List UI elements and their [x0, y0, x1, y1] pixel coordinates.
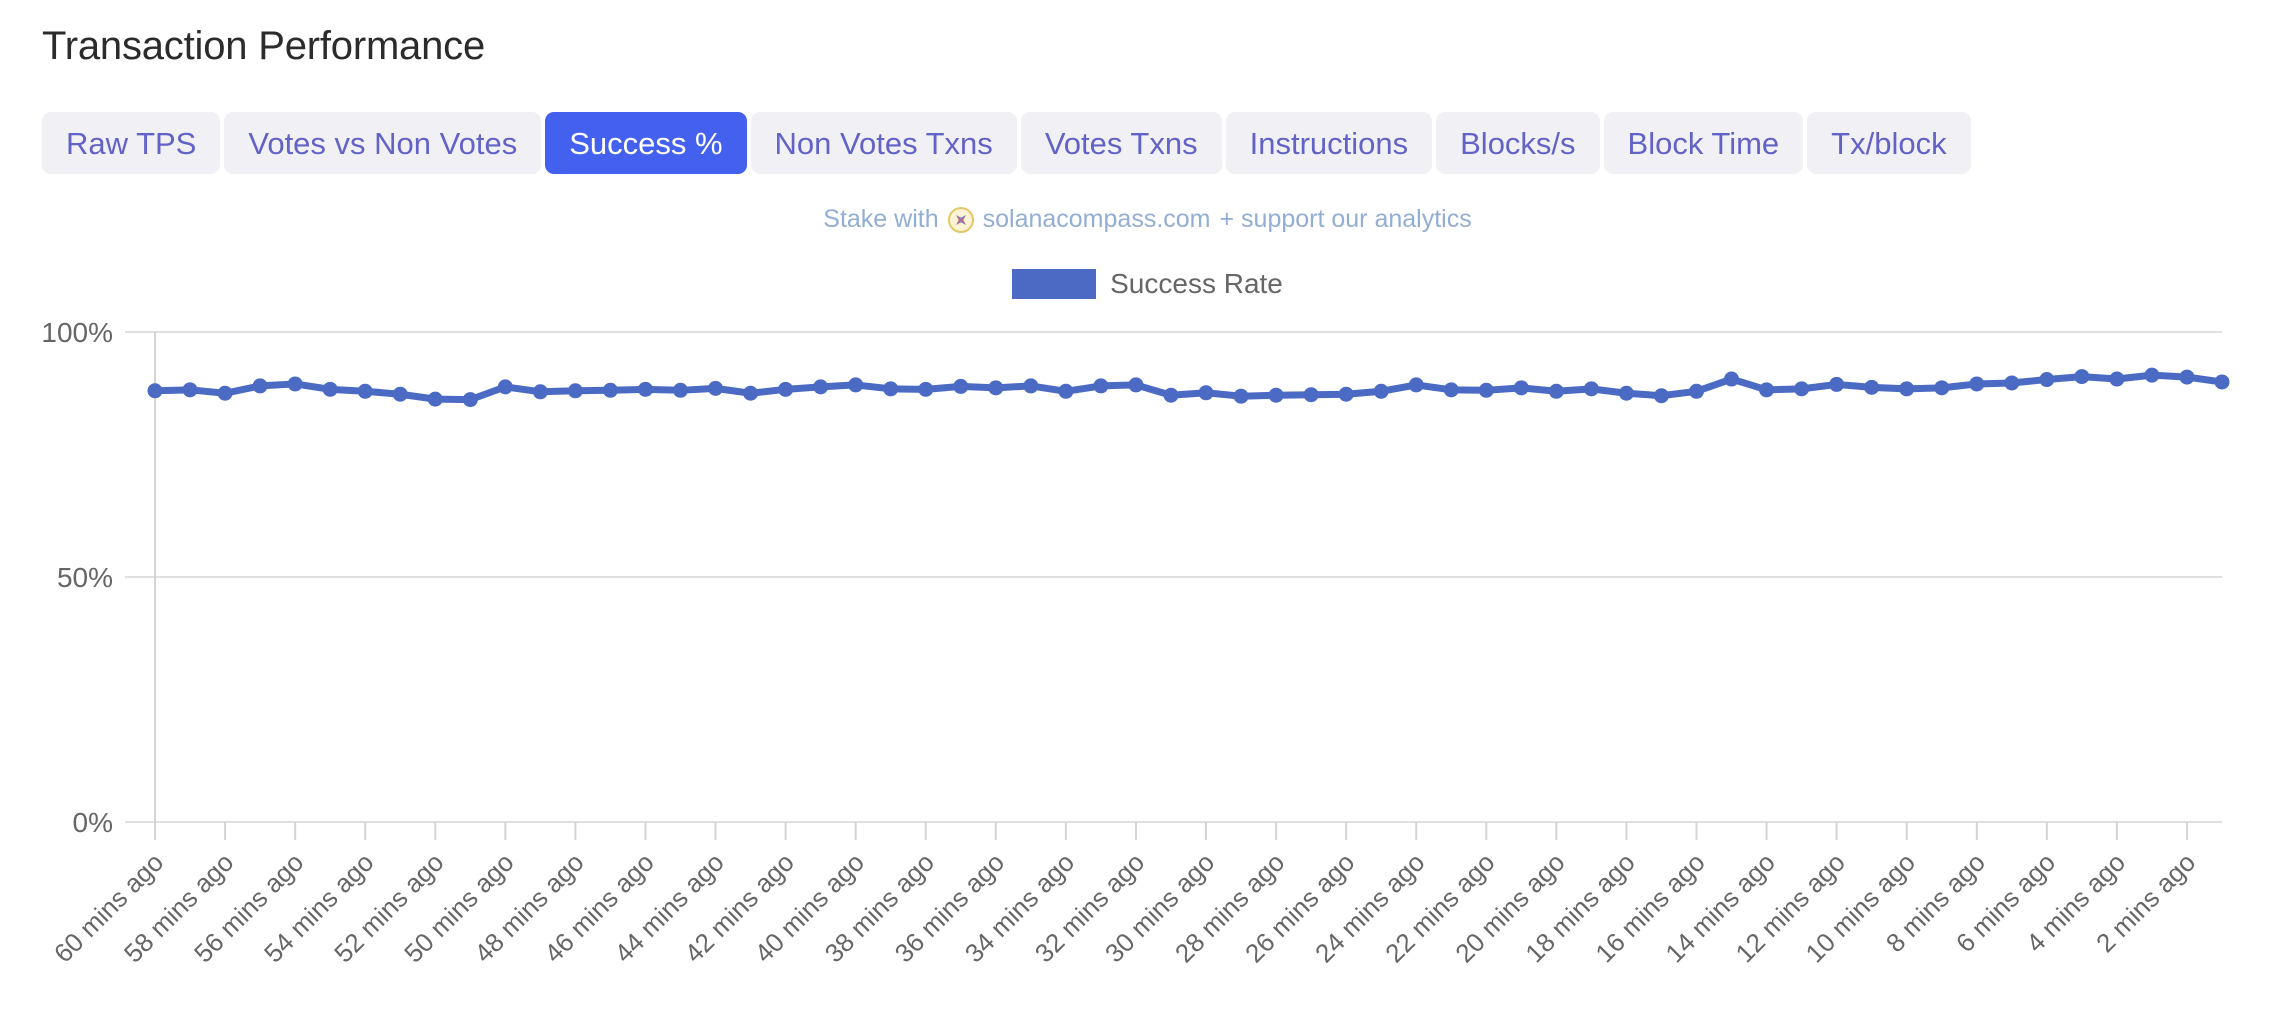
data-point[interactable] [182, 382, 198, 398]
data-point[interactable] [637, 381, 653, 397]
data-point[interactable] [778, 381, 794, 397]
data-point[interactable] [357, 383, 373, 399]
data-point[interactable] [1128, 377, 1144, 393]
data-point[interactable] [673, 382, 689, 398]
solanacompass-link[interactable]: solanacompass.com [983, 205, 1211, 234]
legend-label-success-rate: Success Rate [1110, 268, 1283, 299]
data-point[interactable] [1934, 380, 1950, 396]
stake-promo-suffix: + support our analytics [1219, 205, 1472, 233]
data-point[interactable] [287, 376, 303, 392]
data-point[interactable] [1303, 387, 1319, 403]
tab-votes-txns[interactable]: Votes Txns [1020, 112, 1222, 174]
data-point[interactable] [1408, 377, 1424, 393]
y-axis-tick-label: 100% [41, 317, 113, 348]
data-point[interactable] [813, 379, 829, 395]
data-point[interactable] [1583, 381, 1599, 397]
data-point[interactable] [532, 384, 548, 400]
data-point[interactable] [2004, 375, 2020, 391]
tab-success[interactable]: Success % [545, 112, 747, 174]
data-point[interactable] [427, 391, 443, 407]
data-point[interactable] [2109, 371, 2125, 387]
data-point[interactable] [1093, 378, 1109, 394]
data-point[interactable] [462, 392, 478, 408]
data-point[interactable] [1233, 388, 1249, 404]
stake-promo-banner: Stake with solanacompass.com + support o… [0, 205, 2295, 234]
data-point[interactable] [567, 383, 583, 399]
tab-blocks-s[interactable]: Blocks/s [1436, 112, 1600, 174]
data-point[interactable] [1969, 376, 1985, 392]
success-rate-line-chart: 0% 50% 100% 60 mins ago 58 mins ago 56 mins a… [0, 300, 2295, 1015]
data-point[interactable] [1268, 387, 1284, 403]
data-point[interactable] [1759, 382, 1775, 398]
tab-raw-tps[interactable]: Raw TPS [42, 112, 221, 174]
data-point[interactable] [1548, 383, 1564, 399]
data-point[interactable] [1478, 382, 1494, 398]
data-point[interactable] [392, 386, 408, 402]
data-point[interactable] [1653, 388, 1669, 404]
data-point[interactable] [1864, 379, 1880, 395]
data-point[interactable] [1794, 381, 1810, 397]
data-point[interactable] [988, 380, 1004, 396]
data-point[interactable] [252, 378, 268, 394]
data-point[interactable] [2179, 369, 2195, 385]
data-point[interactable] [1724, 371, 1740, 387]
y-axis-tick-label: 0% [73, 807, 113, 838]
data-point[interactable] [2214, 374, 2230, 390]
tab-tx-block[interactable]: Tx/block [1807, 112, 1971, 174]
data-point[interactable] [743, 385, 759, 401]
data-point[interactable] [1829, 376, 1845, 392]
data-point[interactable] [1163, 387, 1179, 403]
data-point[interactable] [918, 381, 934, 397]
data-point[interactable] [322, 381, 338, 397]
data-point[interactable] [2144, 367, 2160, 383]
data-point[interactable] [1443, 382, 1459, 398]
data-point[interactable] [2074, 369, 2090, 385]
data-point[interactable] [1373, 383, 1389, 399]
data-point[interactable] [883, 381, 899, 397]
chart-legend: Success Rate [0, 268, 2295, 300]
legend-swatch-success-rate[interactable] [1012, 269, 1097, 299]
metric-tab-bar: Raw TPS Votes vs Non Votes Success % Non Vo… [42, 112, 1971, 174]
data-point[interactable] [848, 377, 864, 393]
stake-promo-prefix: Stake with [823, 205, 939, 233]
data-point[interactable] [1058, 383, 1074, 399]
data-point[interactable] [1198, 385, 1214, 401]
tab-non-votes-txns[interactable]: Non Votes Txns [750, 112, 1017, 174]
data-point[interactable] [497, 379, 513, 395]
data-point[interactable] [217, 385, 233, 401]
data-point[interactable] [1899, 381, 1915, 397]
data-point[interactable] [1338, 386, 1354, 402]
chart-canvas[interactable]: 0%50%100%60 mins ago58 mins ago56 mins a… [0, 300, 2295, 1015]
page-title: Transaction Performance [42, 24, 485, 68]
data-point[interactable] [1023, 378, 1039, 394]
data-point[interactable] [1688, 383, 1704, 399]
data-point[interactable] [602, 382, 618, 398]
data-point[interactable] [2039, 372, 2055, 388]
compass-icon [947, 206, 974, 233]
tab-votes-vs-non-votes[interactable]: Votes vs Non Votes [224, 112, 542, 174]
tab-instructions[interactable]: Instructions [1225, 112, 1433, 174]
y-axis-tick-label: 50% [57, 562, 113, 593]
data-point[interactable] [1618, 385, 1634, 401]
data-point[interactable] [708, 380, 724, 396]
tab-block-time[interactable]: Block Time [1603, 112, 1804, 174]
data-point[interactable] [953, 378, 969, 394]
data-point[interactable] [1513, 380, 1529, 396]
data-point[interactable] [147, 383, 163, 399]
transaction-performance-panel: Transaction Performance Raw TPS Votes vs … [0, 0, 2295, 1015]
